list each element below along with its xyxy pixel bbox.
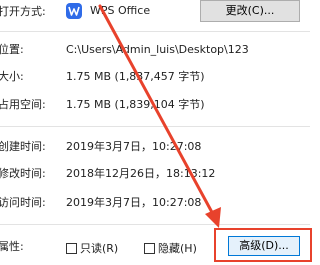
annotation-arrow-icon [98,4,221,228]
file-properties-dialog: 打开方式: WPS Office 更改(C)... 位置: C:\Users\A… [0,0,316,265]
